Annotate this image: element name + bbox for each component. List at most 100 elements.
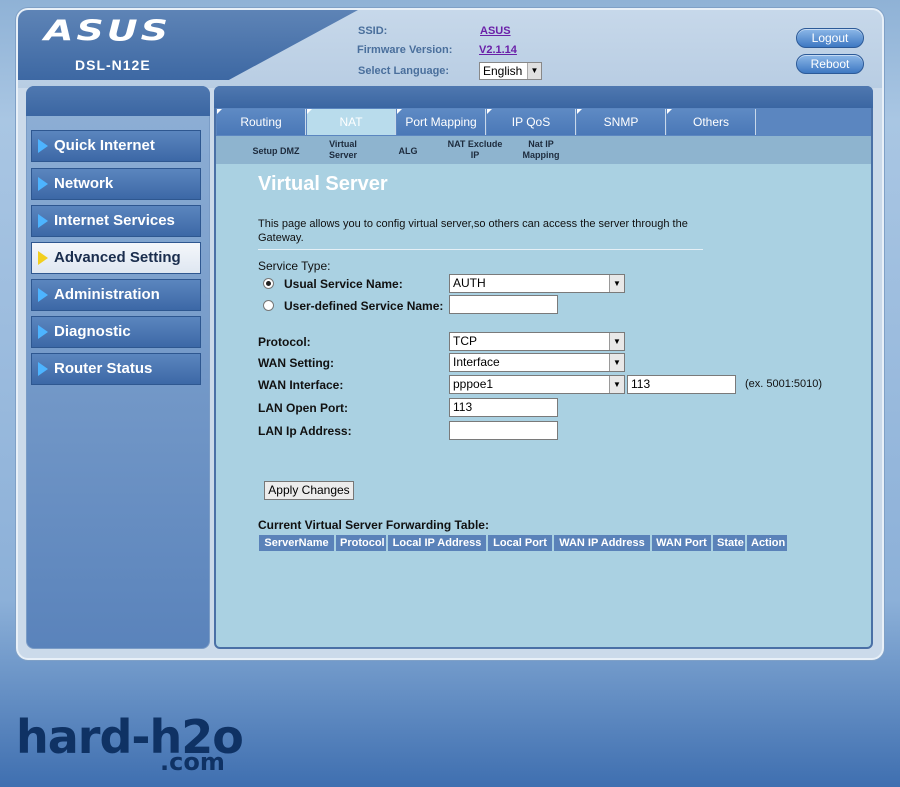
chevron-down-icon[interactable]: ▼ (609, 275, 624, 292)
sidebar-header (26, 86, 210, 116)
arrow-right-icon (38, 214, 48, 228)
wan-interface-label: WAN Interface: (258, 378, 344, 392)
protocol-select[interactable]: TCP ▼ (449, 332, 625, 351)
tab-others[interactable]: Others (667, 109, 756, 135)
chevron-down-icon[interactable]: ▼ (609, 376, 624, 393)
tab-routing[interactable]: Routing (217, 109, 306, 135)
arrow-right-icon (38, 362, 48, 376)
usual-service-select[interactable]: AUTH ▼ (449, 274, 625, 293)
subtab-label: Nat IP (528, 139, 554, 149)
sidebar-item-administration[interactable]: Administration (31, 279, 201, 311)
usual-service-label: Usual Service Name: (284, 277, 403, 291)
table-header-cell: WAN Port (652, 535, 711, 551)
table-header-cell: WAN IP Address (554, 535, 650, 551)
subtab-label: Virtual (329, 139, 357, 149)
wan-setting-value: Interface (453, 355, 500, 369)
subtab-virtual-server[interactable]: Virtual Server (318, 139, 368, 161)
asus-logo: ASUS (44, 14, 172, 47)
tab-corner (487, 109, 492, 114)
tab-corner (307, 109, 312, 114)
tab-corner (667, 109, 672, 114)
ssid-label: SSID: (358, 25, 388, 37)
sidebar-item-label: Diagnostic (54, 323, 131, 340)
subtab-label: NAT Exclude (447, 139, 503, 149)
lan-ip-label: LAN Ip Address: (258, 424, 352, 438)
arrow-right-icon (38, 251, 48, 265)
language-select[interactable]: English ▼ (479, 62, 542, 80)
table-header-cell: ServerName (259, 535, 334, 551)
language-label: Select Language: (358, 65, 450, 77)
arrow-right-icon (38, 177, 48, 191)
subtab-alg[interactable]: ALG (393, 146, 423, 157)
sidebar-item-diagnostic[interactable]: Diagnostic (31, 316, 201, 348)
user-defined-label: User-defined Service Name: (284, 299, 444, 313)
tab-nat[interactable]: NAT (307, 109, 396, 135)
table-header-cell: State (713, 535, 745, 551)
tab-corner (577, 109, 582, 114)
tab-label: NAT (339, 115, 363, 129)
lan-ip-input[interactable] (449, 421, 558, 440)
tab-ip-qos[interactable]: IP QoS (487, 109, 576, 135)
user-defined-radio[interactable] (263, 300, 274, 311)
forwarding-table-header: ServerName Protocol Local IP Address Loc… (259, 535, 787, 551)
model-name: DSL-N12E (75, 57, 151, 73)
content-header (214, 86, 873, 108)
arrow-right-icon (38, 288, 48, 302)
lan-open-port-label: LAN Open Port: (258, 401, 348, 415)
sidebar-item-label: Router Status (54, 360, 153, 377)
sidebar-item-internet-services[interactable]: Internet Services (31, 205, 201, 237)
language-value: English (483, 64, 523, 78)
apply-changes-button[interactable]: Apply Changes (264, 481, 354, 500)
tab-label: SNMP (603, 115, 639, 129)
subtab-nat-ip-mapping[interactable]: Nat IP Mapping (516, 139, 566, 161)
chevron-down-icon[interactable]: ▼ (527, 63, 541, 79)
subtab-nat-exclude-ip[interactable]: NAT Exclude IP (441, 139, 509, 161)
subtab-label: Setup DMZ (252, 146, 300, 156)
table-header-cell: Action (747, 535, 787, 551)
table-header-cell: Local Port (488, 535, 552, 551)
table-header-cell: Protocol (336, 535, 386, 551)
chevron-down-icon[interactable]: ▼ (609, 354, 624, 371)
sidebar-item-label: Administration (54, 286, 160, 303)
protocol-value: TCP (453, 334, 477, 348)
user-defined-input[interactable] (449, 295, 558, 314)
chevron-down-icon[interactable]: ▼ (609, 333, 624, 350)
usual-service-radio[interactable] (263, 278, 274, 289)
sidebar-item-router-status[interactable]: Router Status (31, 353, 201, 385)
sidebar-item-network[interactable]: Network (31, 168, 201, 200)
subtab-setup-dmz[interactable]: Setup DMZ (246, 146, 306, 157)
sidebar-item-label: Internet Services (54, 212, 175, 229)
wan-interface-value: pppoe1 (453, 377, 494, 391)
subtab-label: ALG (398, 146, 418, 156)
page-title: Virtual Server (258, 173, 388, 195)
firmware-label: Firmware Version: (357, 44, 453, 56)
subtab-label: IP (470, 150, 480, 160)
firmware-link[interactable]: V2.1.14 (479, 44, 517, 56)
wan-setting-label: WAN Setting: (258, 356, 334, 370)
wan-port-input[interactable]: 113 (627, 375, 736, 394)
arrow-right-icon (38, 325, 48, 339)
tab-label: Routing (240, 115, 282, 129)
lan-open-port-input[interactable]: 113 (449, 398, 558, 417)
sidebar-item-advanced-setting[interactable]: Advanced Setting (31, 242, 201, 274)
tab-corner (397, 109, 402, 114)
page-description: This page allows you to config virtual s… (258, 218, 688, 244)
sidebar-item-label: Advanced Setting (54, 249, 181, 266)
tab-snmp[interactable]: SNMP (577, 109, 666, 135)
table-header-cell: Local IP Address (388, 535, 486, 551)
tab-port-mapping[interactable]: Port Mapping (397, 109, 486, 135)
wan-setting-select[interactable]: Interface ▼ (449, 353, 625, 372)
sidebar-item-label: Network (54, 175, 114, 192)
ssid-link[interactable]: ASUS (480, 25, 511, 37)
tab-label: Others (692, 115, 729, 129)
table-title: Current Virtual Server Forwarding Table: (258, 518, 489, 532)
divider (258, 249, 703, 250)
logout-button[interactable]: Logout (796, 28, 864, 48)
wan-interface-select[interactable]: pppoe1 ▼ (449, 375, 625, 394)
sidebar-item-quick-internet-setup[interactable]: Quick Internet Setup (31, 130, 201, 184)
watermark-domain: .com (160, 748, 225, 776)
subtab-label: Mapping (522, 150, 560, 160)
reboot-button[interactable]: Reboot (796, 54, 864, 74)
service-type-label: Service Type: (258, 259, 331, 273)
tab-label: IP QoS (511, 115, 551, 129)
